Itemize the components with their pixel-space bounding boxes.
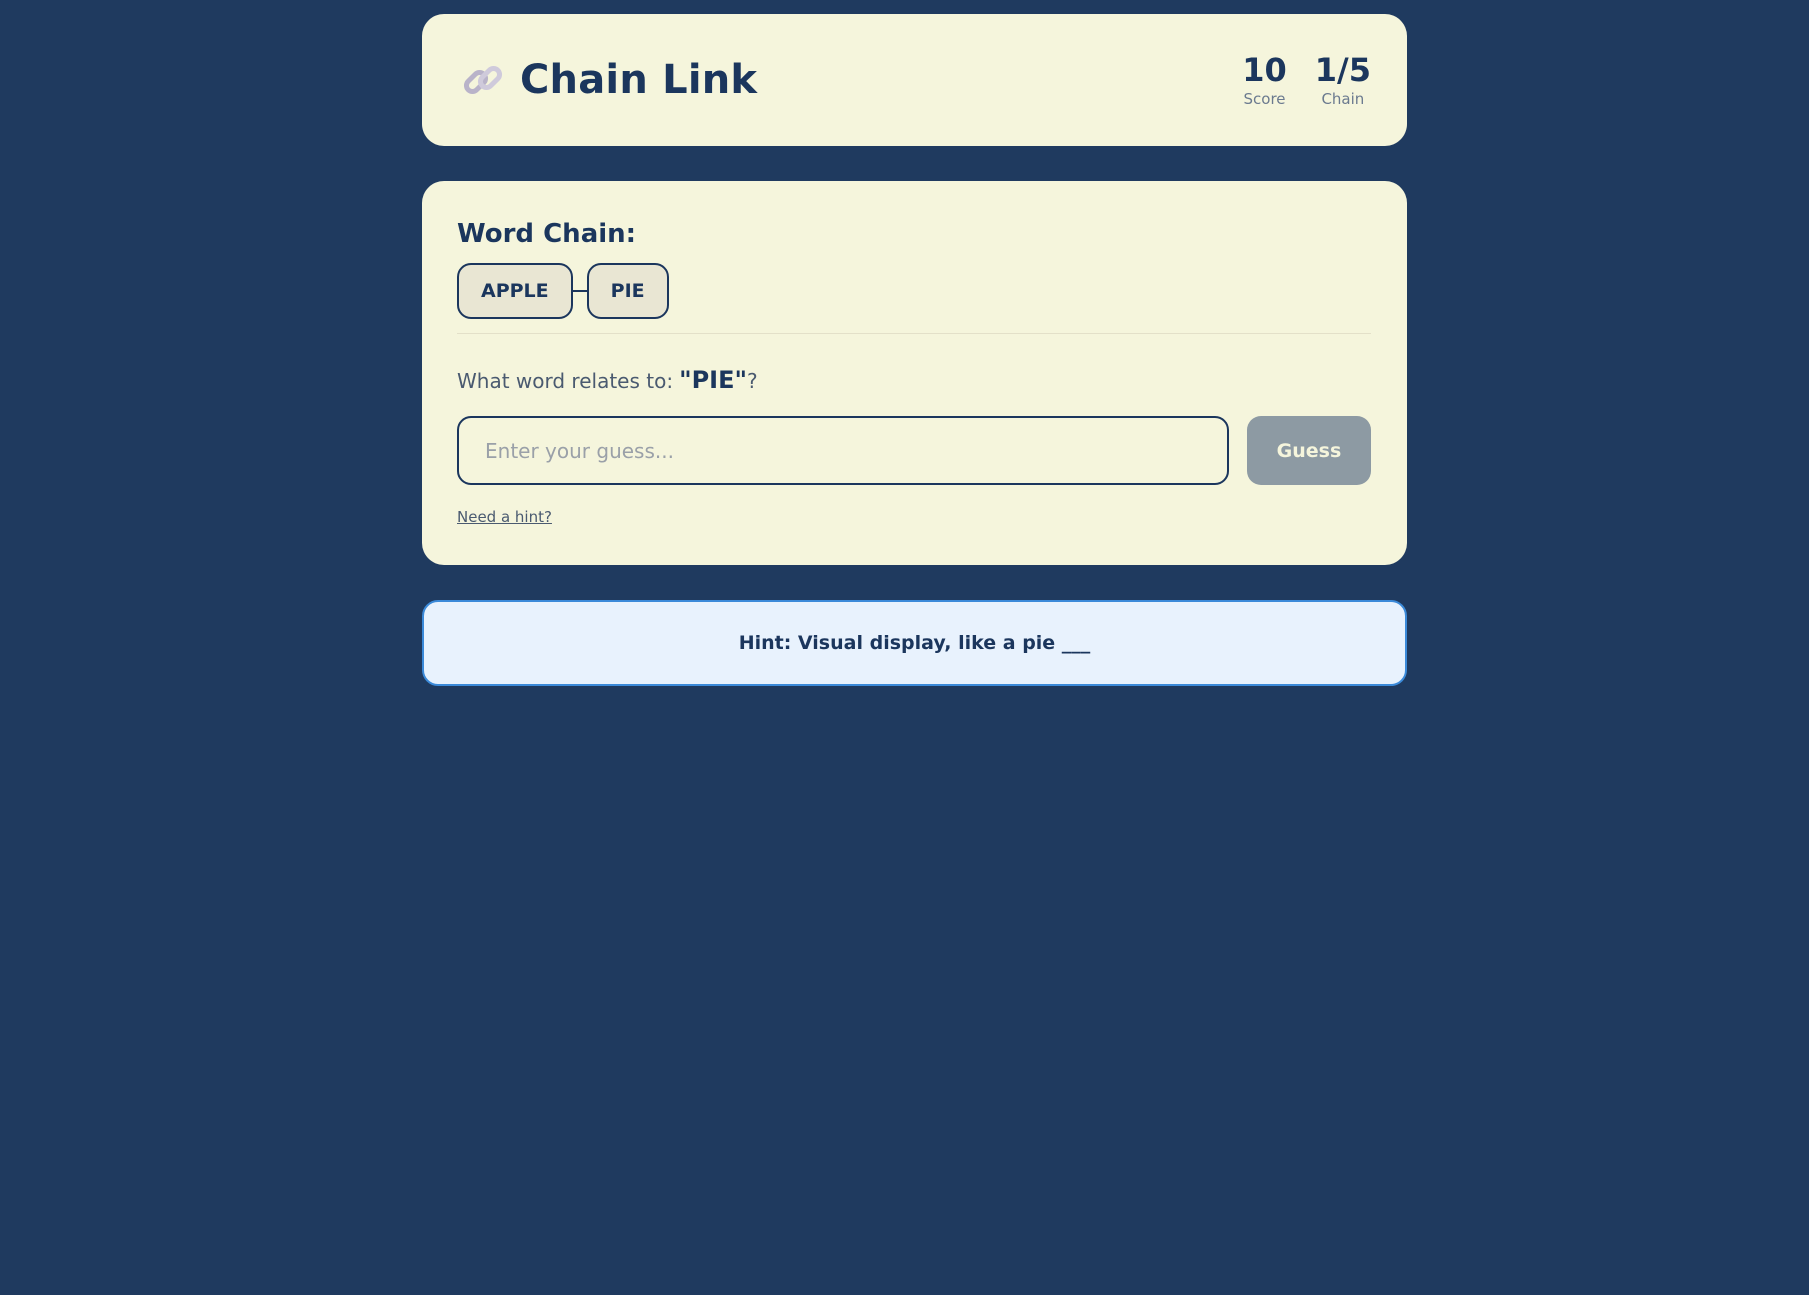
header-card: Chain Link 10 Score 1/5 Chain <box>422 14 1407 146</box>
chain-word: PIE <box>586 263 669 319</box>
chain-label: Chain <box>1321 90 1365 108</box>
chain-stat: 1/5 Chain <box>1315 51 1371 109</box>
guess-row: Guess <box>457 416 1371 485</box>
hint-text: Hint: Visual display, like a pie ___ <box>738 632 1091 654</box>
hint-box: Hint: Visual display, like a pie ___ <box>422 600 1407 686</box>
game-card: Word Chain: APPLE PIE What word relates … <box>422 181 1407 565</box>
score-label: Score <box>1243 90 1286 108</box>
score-stat: 10 Score <box>1242 51 1287 109</box>
app-container: Chain Link 10 Score 1/5 Chain Word Chain… <box>422 14 1407 686</box>
chain-word: APPLE <box>457 263 573 319</box>
prompt-end: ? <box>747 369 758 393</box>
divider <box>457 333 1371 334</box>
app-title: Chain Link <box>520 57 758 103</box>
prompt-text: What word relates to: <box>457 369 674 393</box>
chain-value: 1/5 <box>1314 51 1371 89</box>
guess-input[interactable] <box>457 416 1229 485</box>
need-hint-link[interactable]: Need a hint? <box>457 508 552 526</box>
prompt: What word relates to: "PIE" ? <box>457 366 1371 394</box>
link-icon <box>462 59 504 101</box>
word-chain: APPLE PIE <box>457 263 1371 319</box>
brand: Chain Link <box>462 57 757 103</box>
chain-connector <box>572 290 587 292</box>
stats: 10 Score 1/5 Chain <box>1242 51 1371 109</box>
guess-button[interactable]: Guess <box>1247 416 1371 485</box>
prompt-word: "PIE" <box>679 366 747 394</box>
word-chain-heading: Word Chain: <box>457 219 637 249</box>
score-value: 10 <box>1242 51 1287 89</box>
